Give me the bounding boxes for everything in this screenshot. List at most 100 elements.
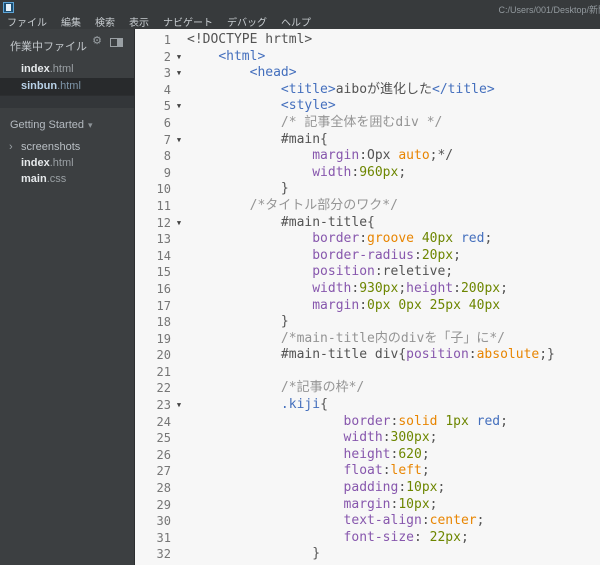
folder-label: screenshots: [21, 141, 81, 153]
code-line[interactable]: 29 margin:10px;: [135, 497, 600, 514]
fold-gutter: [171, 82, 187, 99]
menu-item[interactable]: 表示: [129, 14, 149, 29]
fold-gutter: [171, 430, 187, 447]
code-line[interactable]: 23 ▼ .kiji{: [135, 397, 600, 414]
code-line[interactable]: 17 margin:0px 0px 25px 40px: [135, 298, 600, 315]
sidebar-divider: [0, 95, 134, 108]
file-base: sinbun: [21, 80, 58, 92]
code-text: margin:0px 0px 25px 40px: [312, 297, 501, 313]
menu-item[interactable]: デバッグ: [227, 14, 267, 29]
code-line[interactable]: 8 margin:Opx auto;*/: [135, 148, 600, 165]
tree-file-item[interactable]: main.css: [0, 171, 134, 187]
code-line[interactable]: 13 border:groove 40px red;: [135, 231, 600, 248]
line-number: 5: [163, 99, 171, 114]
brackets-app-icon[interactable]: [3, 2, 14, 13]
project-dropdown[interactable]: Getting Started ▾: [0, 108, 134, 139]
line-number: 13: [156, 232, 171, 247]
gear-icon[interactable]: ⚙: [92, 36, 102, 47]
line-number: 18: [156, 315, 171, 330]
code-text: <head>: [249, 65, 297, 81]
file-base: index: [21, 63, 50, 75]
code-text: #main{: [280, 131, 328, 147]
code-text: width:300px;: [343, 430, 438, 446]
menu-item[interactable]: ファイル: [7, 14, 47, 29]
fold-gutter: [171, 347, 187, 364]
menu-item[interactable]: ナビゲート: [163, 14, 213, 29]
code-line[interactable]: 1 <!DOCTYPE hrtml>: [135, 32, 600, 49]
tree-file-item[interactable]: index.html: [0, 155, 134, 171]
fold-gutter: [171, 530, 187, 547]
code-line[interactable]: 21: [135, 364, 600, 381]
code-line[interactable]: 22 /*記事の枠*/: [135, 380, 600, 397]
tree-folder-item[interactable]: › screenshots: [0, 139, 134, 155]
code-line[interactable]: 15 position:reletive;: [135, 264, 600, 281]
code-line[interactable]: 6 /* 記事全体を囲むdiv */: [135, 115, 600, 132]
code-line[interactable]: 7 ▼ #main{: [135, 132, 600, 149]
fold-gutter: [171, 148, 187, 165]
fold-arrow-icon[interactable]: ▼: [171, 65, 187, 82]
code-line[interactable]: 27 float:left;: [135, 463, 600, 480]
working-file-item[interactable]: sinbun.html: [0, 78, 134, 95]
fold-gutter: [171, 198, 187, 215]
code-line[interactable]: 5 ▼ <style>: [135, 98, 600, 115]
code-line[interactable]: 26 height:620;: [135, 447, 600, 464]
file-ext: .html: [57, 80, 81, 92]
title-bar: C:/Users/001/Desktop/新聞: [0, 0, 600, 15]
line-number: 24: [156, 414, 171, 429]
fold-gutter: [171, 447, 187, 464]
code-text: margin:10px;: [343, 496, 438, 512]
code-text: #main-title div{position:absolute;}: [280, 347, 555, 363]
fold-gutter: [171, 546, 187, 563]
code-line[interactable]: 9 width:960px;: [135, 165, 600, 182]
line-number: 28: [156, 481, 171, 496]
line-number: 8: [163, 149, 171, 164]
code-line[interactable]: 3 ▼ <head>: [135, 65, 600, 82]
line-number: 20: [156, 348, 171, 363]
fold-gutter: [171, 231, 187, 248]
fold-arrow-icon[interactable]: ▼: [171, 132, 187, 149]
code-line[interactable]: 12 ▼ #main-title{: [135, 215, 600, 232]
code-line[interactable]: 11 /*タイトル部分のワク*/: [135, 198, 600, 215]
code-editor[interactable]: 1 <!DOCTYPE hrtml> 2 ▼ <html> 3 ▼ <head> 4 <ti…: [134, 29, 600, 565]
code-line[interactable]: 18 }: [135, 314, 600, 331]
code-line[interactable]: 24 border:solid 1px red;: [135, 414, 600, 431]
file-path: C:/Users/001/Desktop/新聞: [498, 5, 600, 15]
menu-item[interactable]: 編集: [61, 14, 81, 29]
code-text: position:reletive;: [312, 264, 454, 280]
code-line[interactable]: 20 #main-title div{position:absolute;}: [135, 347, 600, 364]
chevron-right-icon: ›: [9, 141, 13, 153]
code-line[interactable]: 30 text-align:center;: [135, 513, 600, 530]
code-line[interactable]: 19 /*main-title内のdivを「子」に*/: [135, 331, 600, 348]
code-text: width:960px;: [312, 164, 407, 180]
fold-arrow-icon[interactable]: ▼: [171, 49, 187, 66]
split-view-icon[interactable]: [110, 38, 123, 47]
code-line[interactable]: 14 border-radius:20px;: [135, 248, 600, 265]
code-line[interactable]: 31 font-size: 22px;: [135, 530, 600, 547]
code-line[interactable]: 10 }: [135, 181, 600, 198]
line-number: 7: [163, 132, 171, 147]
code-line[interactable]: 16 width:930px;height:200px;: [135, 281, 600, 298]
code-line[interactable]: 2 ▼ <html>: [135, 49, 600, 66]
code-text: float:left;: [343, 463, 430, 479]
fold-gutter: [171, 281, 187, 298]
code-line[interactable]: 25 width:300px;: [135, 430, 600, 447]
code-line[interactable]: 4 <title>aiboが進化した</title>: [135, 82, 600, 99]
fold-arrow-icon[interactable]: ▼: [171, 215, 187, 232]
fold-arrow-icon[interactable]: ▼: [171, 397, 187, 414]
fold-arrow-icon[interactable]: ▼: [171, 98, 187, 115]
fold-gutter: [171, 264, 187, 281]
fold-gutter: [171, 314, 187, 331]
menu-item[interactable]: 検索: [95, 14, 115, 29]
code-text: padding:10px;: [343, 480, 446, 496]
code-text: /*タイトル部分のワク*/: [249, 197, 398, 213]
menu-bar: ファイル 編集 検索 表示 ナビゲート デバッグ ヘルプ: [0, 14, 600, 29]
working-file-item[interactable]: index.html: [0, 61, 134, 78]
working-files-list: index.html sinbun.html: [0, 61, 134, 95]
file-ext: .html: [49, 63, 74, 75]
code-line[interactable]: 32 }: [135, 546, 600, 563]
line-number: 29: [156, 497, 171, 512]
code-line[interactable]: 28 padding:10px;: [135, 480, 600, 497]
code-text: }: [280, 181, 289, 197]
line-number: 16: [156, 281, 171, 296]
menu-item[interactable]: ヘルプ: [281, 14, 311, 29]
